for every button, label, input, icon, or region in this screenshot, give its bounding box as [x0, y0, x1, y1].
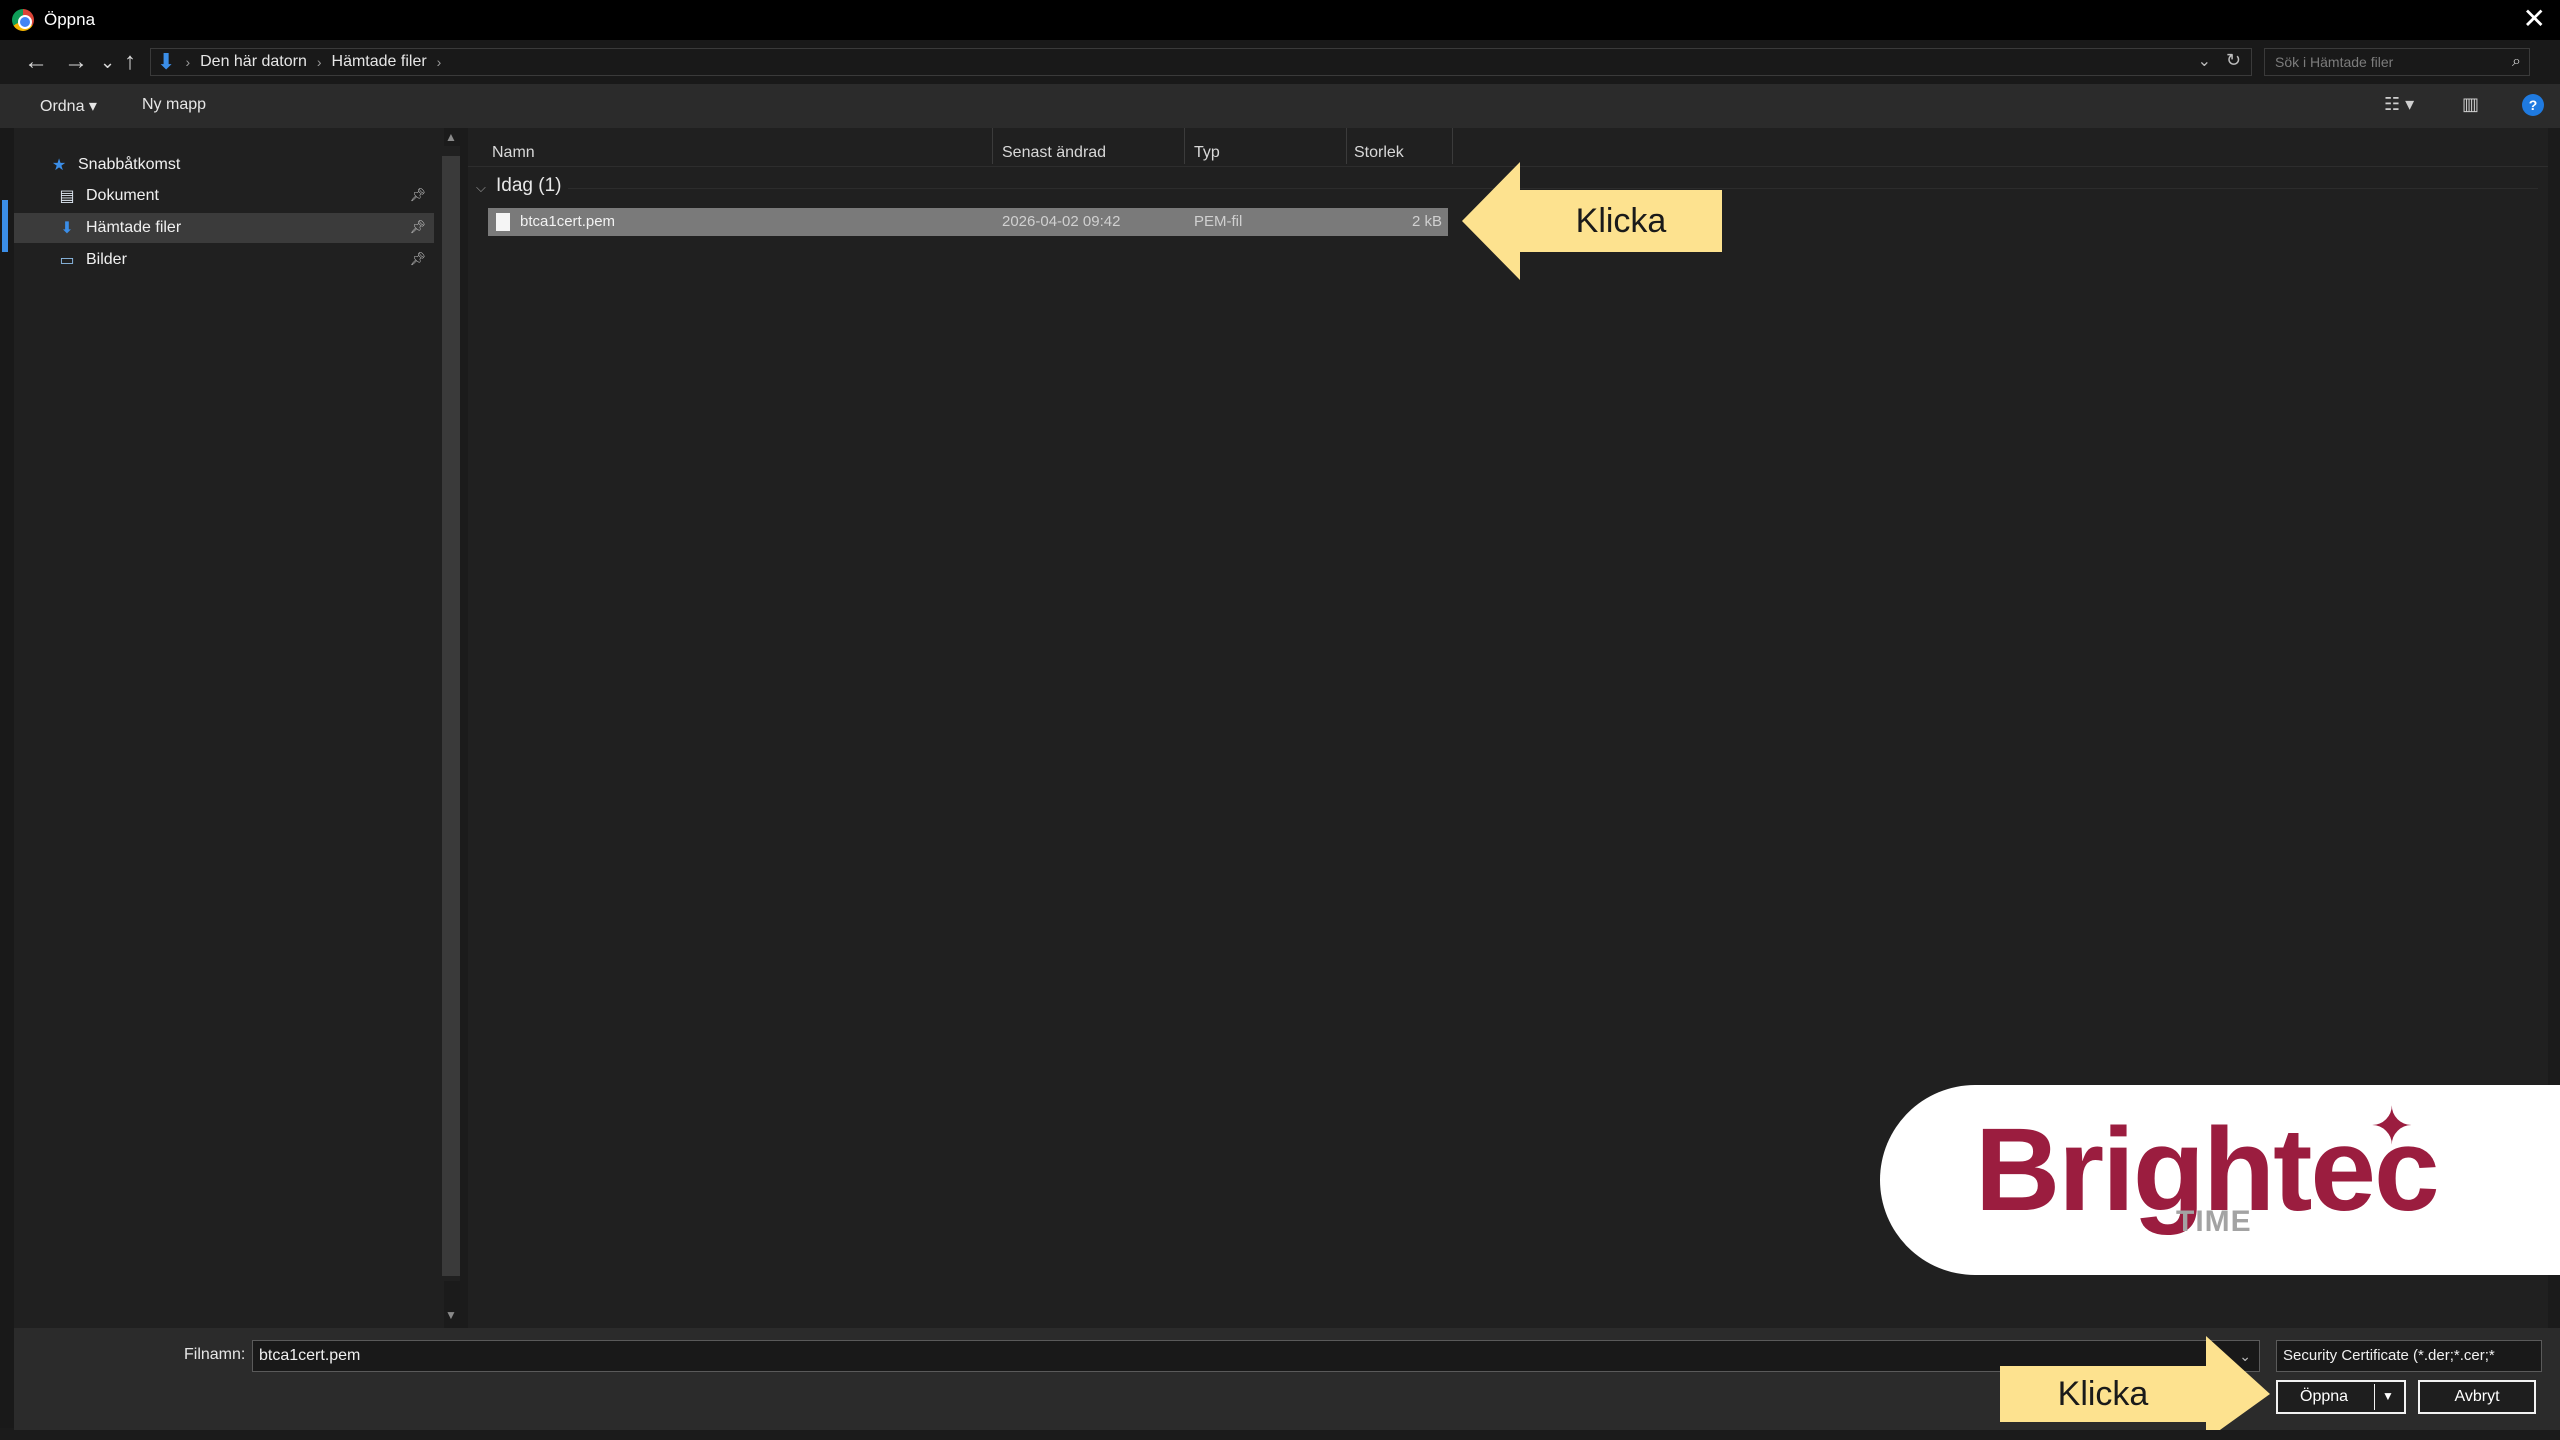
column-header-modified[interactable]: Senast ändrad	[1002, 144, 1106, 162]
open-button[interactable]: Öppna ▼	[2276, 1380, 2406, 1414]
column-header-size[interactable]: Storlek	[1354, 144, 1404, 162]
column-header-type[interactable]: Typ	[1194, 144, 1220, 162]
sidebar-item-label: Bilder	[86, 251, 127, 268]
breadcrumb-downloads[interactable]: Hämtade filer	[332, 53, 427, 71]
window-title: Öppna	[44, 10, 96, 29]
selection-accent	[2, 200, 8, 252]
pictures-icon: ▭	[59, 252, 75, 269]
search-placeholder: Sök i Hämtade filer	[2275, 54, 2394, 70]
callout-open: Klicka	[2000, 1336, 2270, 1440]
address-bar[interactable]: ⬇ › Den här datorn › Hämtade filer › ⌄ ↻	[150, 48, 2252, 76]
callout-file-text: Klicka	[1575, 202, 1667, 240]
column-divider[interactable]	[992, 128, 993, 164]
recent-locations-button[interactable]: ⌄	[100, 48, 115, 76]
new-folder-button[interactable]: Ny mapp	[142, 96, 206, 114]
callout-open-text: Klicka	[2057, 1375, 2149, 1413]
file-type: PEM-fil	[1194, 213, 1243, 230]
breadcrumb-separator: ›	[436, 54, 442, 70]
breadcrumb-separator: ›	[316, 54, 322, 70]
chevron-down-icon[interactable]: ⌵	[476, 180, 486, 196]
pin-icon[interactable]: 📌︎	[409, 251, 426, 267]
download-icon: ⬇	[157, 49, 176, 74]
scroll-up-icon[interactable]: ▲	[442, 130, 460, 144]
window-edge	[0, 128, 14, 1428]
column-header-name[interactable]: Namn	[492, 144, 535, 162]
chevron-down-icon[interactable]: ▼	[2382, 1389, 2394, 1403]
pin-icon[interactable]: 📌︎	[409, 219, 426, 235]
search-icon[interactable]: ⌕	[2512, 49, 2521, 75]
navigation-pane: ★ Snabbåtkomst ▤ Dokument 📌︎ ⬇ Hämtade f…	[14, 128, 444, 1328]
breadcrumb-this-pc[interactable]: Den här datorn	[200, 53, 307, 71]
forward-button[interactable]: →	[64, 48, 88, 76]
sidebar-item-label: Snabbåtkomst	[78, 156, 181, 173]
up-button[interactable]: ↑	[124, 48, 136, 76]
chrome-icon	[12, 9, 34, 31]
close-icon[interactable]: ✕	[2523, 4, 2546, 34]
file-row[interactable]: btca1cert.pem 2026-04-02 09:42 PEM-fil 2…	[488, 208, 1448, 236]
brand-subtitle: TIME	[2176, 1205, 2252, 1238]
sidebar-item-pictures[interactable]: ▭ Bilder 📌︎	[14, 245, 434, 275]
search-input[interactable]: Sök i Hämtade filer ⌕	[2264, 48, 2530, 76]
download-icon: ⬇	[60, 220, 74, 237]
callout-file: Klicka	[1462, 162, 1722, 280]
filename-label: Filnamn:	[184, 1346, 246, 1363]
preview-pane-icon[interactable]: ▥	[2462, 94, 2479, 115]
pin-icon[interactable]: 📌︎	[409, 187, 426, 203]
command-bar: Ordna ▾ Ny mapp ☷ ▾ ▥ ?	[0, 84, 2560, 128]
filename-field[interactable]: btca1cert.pem ⌄	[252, 1340, 2260, 1372]
taskbar-edge	[0, 1430, 2560, 1440]
sidebar-item-label: Hämtade filer	[86, 219, 182, 236]
file-modified: 2026-04-02 09:42	[1002, 213, 1121, 230]
scroll-down-icon[interactable]: ▼	[442, 1308, 460, 1322]
help-icon[interactable]: ?	[2522, 94, 2544, 116]
file-type-filter-value: Security Certificate (*.der;*.cer;*	[2283, 1347, 2495, 1364]
sidebar-item-downloads[interactable]: ⬇ Hämtade filer 📌︎	[14, 213, 434, 243]
sparkle-icon: ✦	[2370, 1098, 2414, 1156]
sidebar-item-quick-access[interactable]: ★ Snabbåtkomst	[14, 150, 434, 180]
column-divider[interactable]	[1184, 128, 1185, 164]
file-icon	[496, 213, 510, 231]
group-header[interactable]: Idag (1)	[496, 175, 561, 197]
view-options-icon[interactable]: ☷ ▾	[2384, 94, 2414, 115]
brand-badge: Brightec ✦ TIME	[1880, 1085, 2560, 1275]
file-size: 2 kB	[1411, 213, 1442, 230]
chevron-down-icon[interactable]: ⌄	[2198, 51, 2211, 71]
cancel-button[interactable]: Avbryt	[2418, 1380, 2536, 1414]
sidebar-item-label: Dokument	[86, 187, 159, 204]
title-bar: Öppna ✕	[0, 0, 2560, 40]
star-icon: ★	[51, 157, 67, 174]
organize-button[interactable]: Ordna ▾	[40, 96, 97, 116]
back-button[interactable]: ←	[24, 48, 48, 76]
sidebar-item-documents[interactable]: ▤ Dokument 📌︎	[14, 181, 434, 211]
breadcrumb-separator: ›	[185, 54, 191, 70]
open-button-label: Öppna	[2300, 1388, 2349, 1405]
refresh-icon[interactable]: ↻	[2226, 50, 2241, 71]
column-divider[interactable]	[1346, 128, 1347, 164]
split-divider	[2374, 1384, 2375, 1410]
address-row: ← → ⌄ ↑ ⬇ › Den här datorn › Hämtade fil…	[0, 40, 2560, 84]
document-icon: ▤	[59, 188, 75, 205]
column-divider[interactable]	[1452, 128, 1453, 164]
navigation-scrollbar-thumb[interactable]	[442, 156, 460, 1276]
file-name: btca1cert.pem	[520, 213, 616, 230]
file-type-filter[interactable]: Security Certificate (*.der;*.cer;*	[2276, 1340, 2542, 1372]
filename-value: btca1cert.pem	[259, 1347, 361, 1364]
